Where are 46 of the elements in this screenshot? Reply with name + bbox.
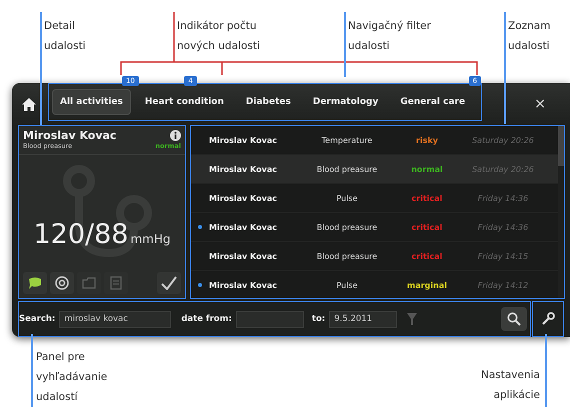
date-from-label: date from: (181, 314, 232, 324)
patient-cell-text: Miroslav Kovac (209, 280, 278, 290)
status-cell-text: normal (410, 164, 444, 174)
event-row[interactable]: Miroslav Kovac Pulse critical Friday 14:36 (191, 184, 558, 213)
event-row[interactable]: Miroslav Kovac Pulse marginal Friday 14:12 (191, 271, 558, 300)
measure-cell-text: Pulse (335, 194, 359, 202)
callout-label: Panel pre vyhľadávanie udalostí (36, 350, 108, 405)
date-to-field[interactable]: 9.5.2011 (329, 310, 398, 328)
time-cell-text: Friday 14:36 (476, 222, 530, 232)
status-cell-text: critical (410, 252, 444, 260)
time-cell-text: Friday 14:12 (476, 280, 530, 290)
patient-cell-text: Miroslav Kovac (209, 164, 278, 174)
search-label: Search: (19, 314, 56, 324)
measure-cell-text: Blood preasure (316, 252, 378, 260)
patient-cell-text: Miroslav Kovac (209, 194, 278, 202)
reading-unit: mmHg (130, 232, 171, 246)
date-to-label: to: (312, 314, 326, 324)
patient-name: Miroslav Kovac (23, 129, 116, 142)
patient-cell-text: Miroslav Kovac (209, 252, 278, 260)
measure-cell-text: Blood preasure (316, 164, 378, 174)
callout-label: Zoznam udalosti (508, 19, 550, 54)
callout-label: Navigačný filter udalosti (348, 19, 431, 54)
time-cell-text: Saturday 20:26 (471, 136, 535, 144)
measure-cell-text: Pulse (335, 280, 359, 290)
close-button[interactable]: × (534, 96, 546, 112)
status-cell-text: marginal (406, 280, 448, 290)
search-field[interactable]: miroslav kovac (59, 310, 172, 328)
event-row[interactable]: Miroslav Kovac Blood preasure critical Friday 14:36 (191, 213, 558, 242)
filter-tab[interactable]: Diabetes (238, 89, 299, 115)
reading-value: 120/88 (33, 219, 128, 250)
status-cell-text: critical (410, 194, 444, 202)
event-row[interactable]: Miroslav Kovac Blood preasure critical Friday 14:15 (191, 242, 558, 271)
status-cell-text: risky (415, 136, 439, 144)
time-cell-text: Friday 14:36 (476, 194, 530, 202)
patient-cell-text: Miroslav Kovac (209, 222, 278, 232)
patient-cell-text: Miroslav Kovac (209, 136, 278, 144)
filter-tab[interactable]: Dermatology (304, 89, 386, 115)
callout-label: Indikátor počtu nových udalosti (177, 19, 260, 54)
event-row[interactable]: Miroslav Kovac Blood preasure normal Saturday 20:26 (191, 155, 558, 184)
callout-label: Nastavenia aplikácie (481, 368, 540, 403)
time-cell-text: Saturday 20:26 (471, 164, 535, 174)
callout-label: Detail udalosti (44, 19, 86, 54)
measure-cell-text: Temperature (320, 136, 374, 144)
status-cell-text: critical (410, 222, 444, 232)
time-cell-text: Friday 14:15 (476, 252, 530, 260)
measure-cell-text: Blood preasure (316, 222, 378, 232)
